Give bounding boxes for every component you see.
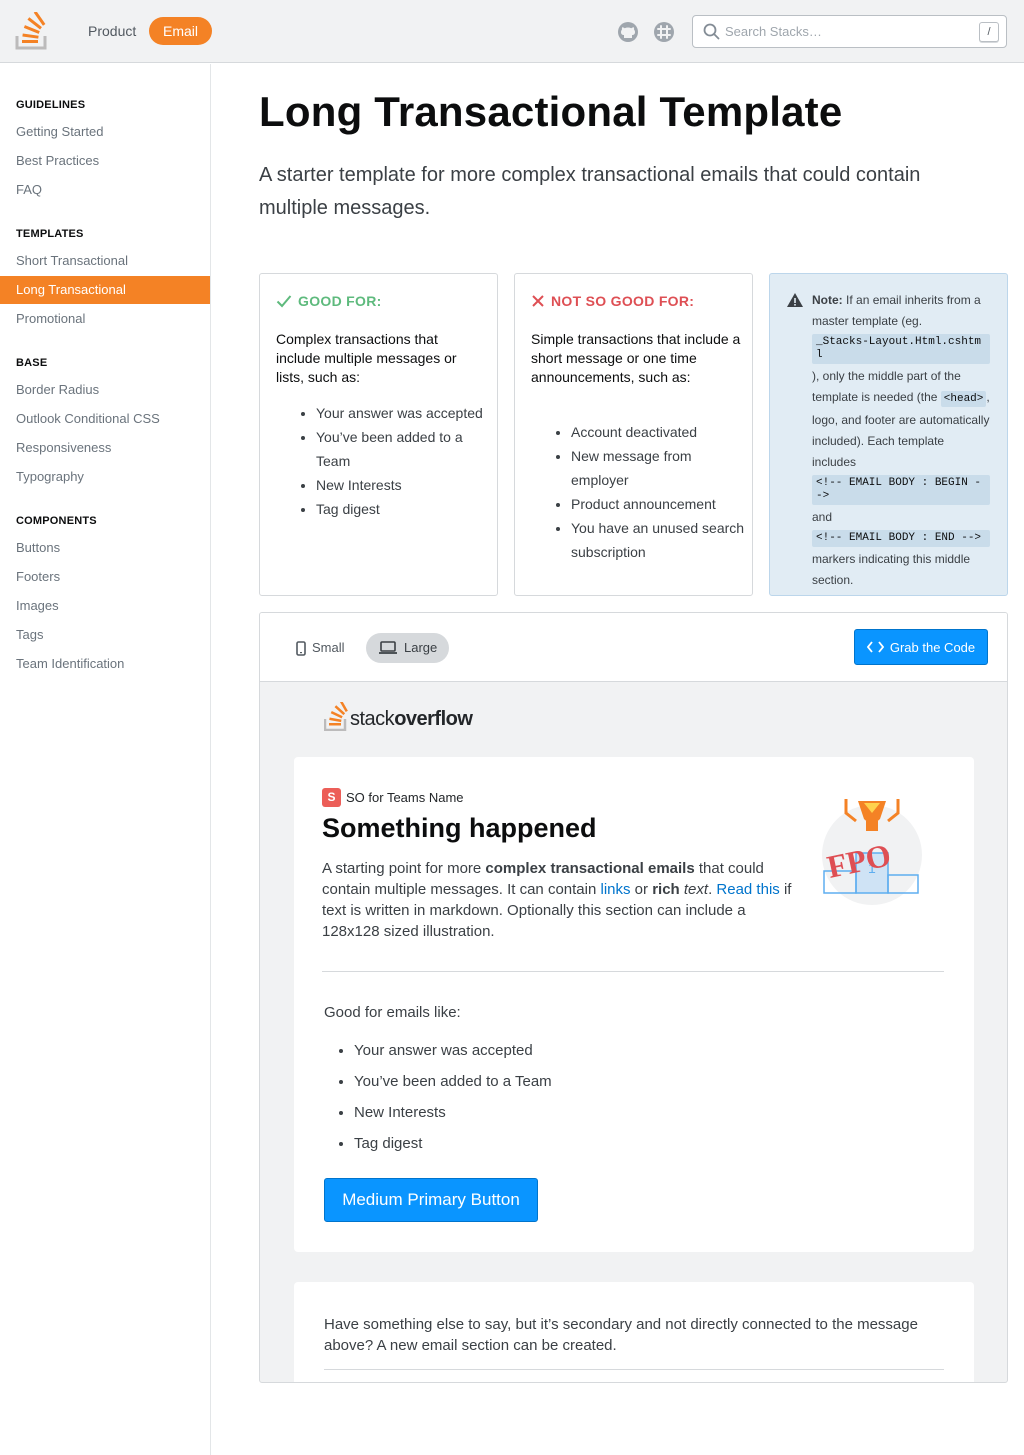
size-large-label: Large	[404, 640, 438, 655]
list-item: Product announcement	[571, 492, 745, 516]
sidebar-item-border-radius[interactable]: Border Radius	[0, 376, 210, 404]
search-shortcut-key: /	[979, 22, 999, 42]
list-item: Tag digest	[354, 1128, 552, 1159]
wordmark-light: stack	[350, 708, 395, 730]
note-code-end: <!-- EMAIL BODY : END -->	[812, 530, 990, 547]
good-for-list: Your answer was accepted You’ve been add…	[300, 401, 490, 521]
email-body-text: A starting point for more complex transa…	[322, 860, 792, 940]
grab-code-button[interactable]: Grab the Code	[854, 629, 988, 665]
checkmark-icon	[276, 295, 292, 308]
list-item: Account deactivated	[571, 420, 745, 444]
cross-icon	[532, 295, 544, 307]
email-section-secondary: Have something else to say, but it’s sec…	[294, 1282, 974, 1382]
nav-product-link[interactable]: Product	[76, 17, 148, 45]
stacks-logo-icon[interactable]	[15, 10, 49, 50]
note-body: Note: If an email inherits from a master…	[812, 290, 990, 591]
sidebar-item-tags[interactable]: Tags	[0, 621, 210, 649]
fpo-illustration: 1 FPO	[818, 791, 924, 907]
sidebar-item-long-transactional[interactable]: Long Transactional	[0, 276, 210, 304]
sidebar-item-faq[interactable]: FAQ	[0, 176, 210, 204]
stackoverflow-logo: stackoverflow	[324, 702, 473, 731]
sidebar-item-typography[interactable]: Typography	[0, 463, 210, 491]
list-item: You’ve been added to a Team	[354, 1066, 552, 1097]
search-placeholder: Search Stacks…	[725, 24, 822, 39]
list-item: You’ve been added to a Team	[316, 425, 490, 473]
team-avatar: S	[322, 788, 341, 807]
warning-icon	[787, 293, 803, 307]
list-item: Your answer was accepted	[354, 1035, 552, 1066]
top-bar: Product Email Search Stacks… /	[0, 0, 1024, 63]
email-title: Something happened	[322, 813, 597, 843]
not-good-for-card: NOT SO GOOD FOR: Simple transactions tha…	[514, 273, 753, 596]
email-link-links[interactable]: links	[600, 881, 630, 898]
note-code-head: <head>	[940, 391, 987, 407]
wordmark-bold: overflow	[394, 708, 473, 730]
code-icon	[866, 641, 884, 653]
good-for-heading-text: GOOD FOR:	[298, 293, 382, 309]
slack-icon[interactable]	[653, 21, 675, 43]
email-link-read-this[interactable]: Read this	[716, 881, 779, 898]
list-item: New Interests	[316, 473, 490, 497]
sidebar: GUIDELINES Getting Started Best Practice…	[0, 64, 211, 1455]
email-section-primary: S SO for Teams Name Something happened A…	[294, 757, 974, 1252]
github-icon[interactable]	[617, 21, 639, 43]
note-card: Note: If an email inherits from a master…	[769, 273, 1008, 596]
note-code-begin: <!-- EMAIL BODY : BEGIN -->	[812, 475, 990, 505]
sidebar-item-team-identification[interactable]: Team Identification	[0, 650, 210, 678]
note-label: Note:	[812, 293, 843, 307]
search-icon	[703, 23, 720, 40]
grab-code-label: Grab the Code	[889, 639, 976, 655]
not-good-for-text: Simple transactions that include a short…	[531, 331, 741, 385]
sidebar-item-images[interactable]: Images	[0, 592, 210, 620]
email-preview: Small Large Grab the Code stackoverflow …	[259, 612, 1008, 1383]
preview-toolbar: Small Large Grab the Code	[260, 613, 1007, 682]
sidebar-item-short-transactional[interactable]: Short Transactional	[0, 247, 210, 275]
team-name: SO for Teams Name	[346, 790, 464, 805]
note-text-4: and	[812, 510, 833, 524]
size-large-toggle[interactable]: Large	[366, 633, 450, 663]
email-list: Your answer was accepted You’ve been add…	[354, 1035, 552, 1159]
sidebar-item-outlook-conditional-css[interactable]: Outlook Conditional CSS	[0, 405, 210, 433]
list-item: Your answer was accepted	[316, 401, 490, 425]
medium-primary-button[interactable]: Medium Primary Button	[324, 1178, 538, 1222]
sidebar-heading-base: BASE	[16, 357, 48, 369]
sidebar-item-buttons[interactable]: Buttons	[0, 534, 210, 562]
stackoverflow-logo-icon	[324, 702, 348, 731]
not-good-for-heading-text: NOT SO GOOD FOR:	[551, 293, 695, 309]
size-small-toggle[interactable]: Small	[284, 633, 357, 663]
good-for-card: GOOD FOR: Complex transactions that incl…	[259, 273, 498, 596]
sidebar-heading-guidelines: GUIDELINES	[16, 99, 86, 111]
stackoverflow-wordmark: stackoverflow	[350, 708, 473, 731]
sidebar-item-footers[interactable]: Footers	[0, 563, 210, 591]
phone-icon	[296, 640, 306, 656]
size-small-label: Small	[312, 640, 345, 655]
laptop-icon	[379, 641, 397, 654]
good-for-heading: GOOD FOR:	[276, 293, 382, 309]
list-item: New message from employer	[571, 444, 745, 492]
sidebar-item-promotional[interactable]: Promotional	[0, 305, 210, 333]
page-lead: A starter template for more complex tran…	[259, 164, 921, 219]
list-item: Tag digest	[316, 497, 490, 521]
sidebar-heading-components: COMPONENTS	[16, 515, 97, 527]
good-for-text: Complex transactions that include multip…	[276, 331, 457, 385]
not-good-for-heading: NOT SO GOOD FOR:	[531, 293, 694, 309]
divider	[324, 1369, 944, 1370]
note-text-2: ), only the middle part of the template …	[812, 369, 961, 404]
good-for-intro: Good for emails like:	[324, 1004, 461, 1021]
secondary-section-text: Have something else to say, but it’s sec…	[324, 1316, 918, 1354]
page-title: Long Transactional Template	[259, 88, 843, 135]
divider	[322, 971, 944, 972]
sidebar-item-responsiveness[interactable]: Responsiveness	[0, 434, 210, 462]
sidebar-item-best-practices[interactable]: Best Practices	[0, 147, 210, 175]
search-input[interactable]: Search Stacks… /	[692, 15, 1007, 48]
sidebar-heading-templates: TEMPLATES	[16, 228, 84, 240]
note-text-5: markers indicating this middle section.	[812, 552, 971, 587]
not-good-for-list: Account deactivated New message from emp…	[555, 420, 745, 564]
list-item: New Interests	[354, 1097, 552, 1128]
list-item: You have an unused search subscription	[571, 516, 745, 564]
sidebar-item-getting-started[interactable]: Getting Started	[0, 118, 210, 146]
note-code-layout: _Stacks-Layout.Html.cshtml	[812, 334, 990, 364]
nav-email-link[interactable]: Email	[149, 17, 213, 45]
